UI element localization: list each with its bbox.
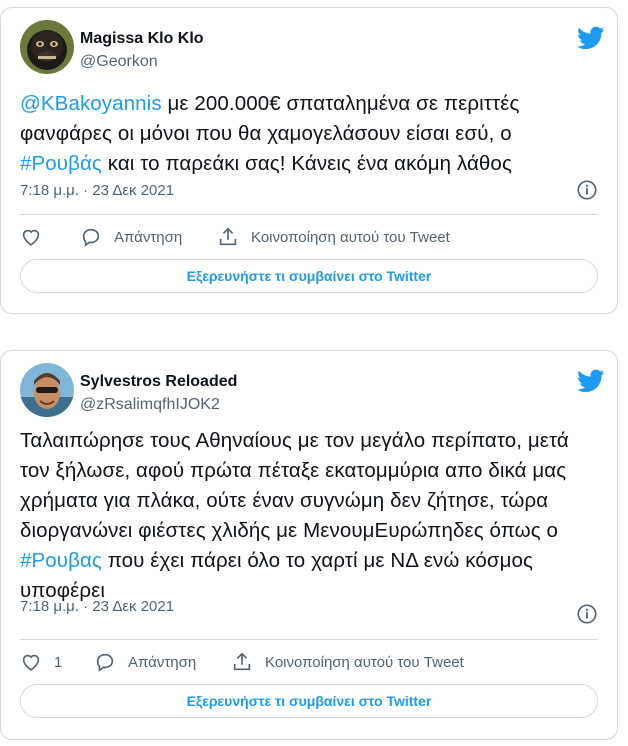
reply-button[interactable]: Απάντηση bbox=[94, 648, 196, 676]
info-icon[interactable] bbox=[576, 603, 598, 625]
tweet-header: Sylvestros Reloaded @zRsalimqfhIJOK2 bbox=[20, 363, 605, 419]
author-handle[interactable]: @zRsalimqfhIJOK2 bbox=[80, 396, 220, 414]
tweet-timestamp[interactable]: 7:18 μ.μ. · 23 Δεκ 2021 bbox=[20, 182, 174, 199]
share-icon bbox=[233, 652, 251, 671]
reply-label: Απάντηση bbox=[128, 653, 197, 671]
heart-icon bbox=[22, 654, 40, 671]
tweet-text-part: και το παρεάκι σας! Κάνεις ένα ακόμη λάθ… bbox=[101, 152, 512, 175]
share-label: Κοινοποίηση αυτού του Tweet bbox=[265, 653, 464, 671]
explore-twitter-button[interactable]: Εξερευνήστε τι συμβαίνει στο Twitter bbox=[20, 259, 598, 293]
tweet-header: Magissa Klo Klo @Georkon bbox=[20, 20, 605, 76]
tweet-card: Magissa Klo Klo @Georkon @KBakoyannis με… bbox=[0, 7, 618, 314]
author-name[interactable]: Magissa Klo Klo bbox=[80, 30, 204, 48]
tweet-actions: Απάντηση Κοινοποίηση αυτού του Tweet bbox=[20, 223, 598, 251]
like-button[interactable] bbox=[20, 223, 54, 251]
mention-link[interactable]: @KBakoyannis bbox=[20, 92, 162, 115]
hashtag-link[interactable]: #Ρουβάς bbox=[20, 152, 102, 175]
info-icon[interactable] bbox=[576, 179, 598, 201]
avatar[interactable] bbox=[20, 363, 74, 417]
reply-bubble-icon bbox=[82, 228, 100, 247]
tweet-text: @KBakoyannis με 200.000€ σπαταλημένα σε … bbox=[20, 89, 593, 179]
hashtag-link[interactable]: #Ρουβας bbox=[20, 549, 102, 572]
tweet-actions: 1 Απάντηση Κοινοποίηση αυτού του Tweet bbox=[20, 648, 598, 676]
share-button[interactable]: Κοινοποίηση αυτού του Tweet bbox=[231, 648, 464, 676]
divider bbox=[20, 214, 598, 215]
reply-bubble-icon bbox=[96, 653, 114, 672]
share-icon bbox=[219, 227, 237, 246]
tweet-text: Ταλαιπώρησε τους Αθηναίους με τον μεγάλο… bbox=[20, 426, 593, 606]
explore-twitter-button[interactable]: Εξερευνήστε τι συμβαίνει στο Twitter bbox=[20, 684, 598, 718]
share-label: Κοινοποίηση αυτού του Tweet bbox=[251, 228, 450, 246]
avatar[interactable] bbox=[20, 20, 74, 74]
like-count: 1 bbox=[54, 653, 63, 671]
reply-button[interactable]: Απάντηση bbox=[80, 223, 182, 251]
like-button[interactable]: 1 bbox=[20, 648, 62, 676]
tweet-text-part: Ταλαιπώρησε τους Αθηναίους με τον μεγάλο… bbox=[20, 429, 569, 542]
tweet-card: Sylvestros Reloaded @zRsalimqfhIJOK2 Ταλ… bbox=[0, 350, 618, 740]
twitter-bird-icon[interactable] bbox=[576, 24, 605, 52]
divider bbox=[20, 639, 598, 640]
reply-label: Απάντηση bbox=[114, 228, 183, 246]
tweet-timestamp[interactable]: 7:18 μ.μ. · 23 Δεκ 2021 bbox=[20, 598, 174, 615]
heart-icon bbox=[22, 229, 40, 246]
share-button[interactable]: Κοινοποίηση αυτού του Tweet bbox=[217, 223, 450, 251]
author-handle[interactable]: @Georkon bbox=[80, 53, 158, 71]
twitter-bird-icon[interactable] bbox=[576, 367, 605, 395]
author-name[interactable]: Sylvestros Reloaded bbox=[80, 373, 237, 391]
